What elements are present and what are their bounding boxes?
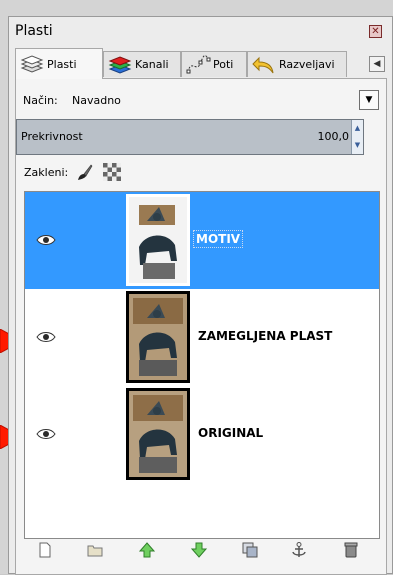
delete-layer-icon[interactable] — [342, 541, 360, 559]
layer-list: MOTIV ZAMEGLJENA PLAST ORIGINAL — [24, 191, 380, 539]
open-layer-group-icon[interactable] — [86, 541, 104, 559]
duplicate-layer-icon[interactable] — [241, 541, 259, 559]
chevron-down-icon[interactable]: ▼ — [359, 90, 379, 110]
increment-icon[interactable]: ▲ — [352, 120, 363, 137]
close-icon[interactable]: ✕ — [369, 25, 382, 38]
layer-name[interactable]: MOTIV — [193, 230, 244, 248]
layer-row-motiv[interactable]: MOTIV — [25, 192, 379, 289]
anchor-layer-icon[interactable] — [290, 541, 308, 559]
layer-row-zamegljena-plast[interactable]: ZAMEGLJENA PLAST — [25, 289, 379, 386]
opacity-spinner[interactable]: Prekrivnost 100,0 ▲ ▼ — [16, 119, 364, 155]
layer-thumbnail — [126, 388, 190, 480]
layer-thumbnail — [126, 194, 190, 286]
dock-titlebar: Plasti ✕ — [9, 17, 392, 45]
layer-thumbnail — [126, 291, 190, 383]
lower-layer-icon[interactable] — [190, 541, 208, 559]
decrement-icon[interactable]: ▼ — [352, 137, 363, 154]
eye-visibility-icon[interactable] — [36, 428, 56, 440]
opacity-stepper[interactable]: ▲ ▼ — [351, 120, 363, 154]
tab-layers[interactable]: Plasti — [15, 48, 103, 79]
layer-actions-bar — [22, 538, 377, 562]
opacity-value[interactable]: 100,0 — [318, 130, 350, 143]
lock-label: Zakleni: — [24, 166, 69, 179]
opacity-label: Prekrivnost — [21, 130, 83, 143]
window-title: Plasti — [15, 23, 53, 39]
mode-select[interactable]: Navadno — [72, 94, 121, 107]
eye-visibility-icon[interactable] — [36, 234, 56, 246]
layer-name[interactable]: ORIGINAL — [198, 426, 263, 440]
layers-icon — [20, 55, 44, 73]
raise-layer-icon[interactable] — [138, 541, 156, 559]
lock-pixels-brush-icon[interactable] — [76, 163, 94, 181]
layer-row-original[interactable]: ORIGINAL — [25, 386, 379, 483]
new-layer-icon[interactable] — [36, 541, 54, 559]
mode-label: Način: — [23, 94, 58, 107]
eye-visibility-icon[interactable] — [36, 331, 56, 343]
lock-alpha-checker-icon[interactable] — [103, 163, 121, 181]
tab-layers-label: Plasti — [47, 57, 77, 71]
layer-name[interactable]: ZAMEGLJENA PLAST — [198, 329, 332, 343]
